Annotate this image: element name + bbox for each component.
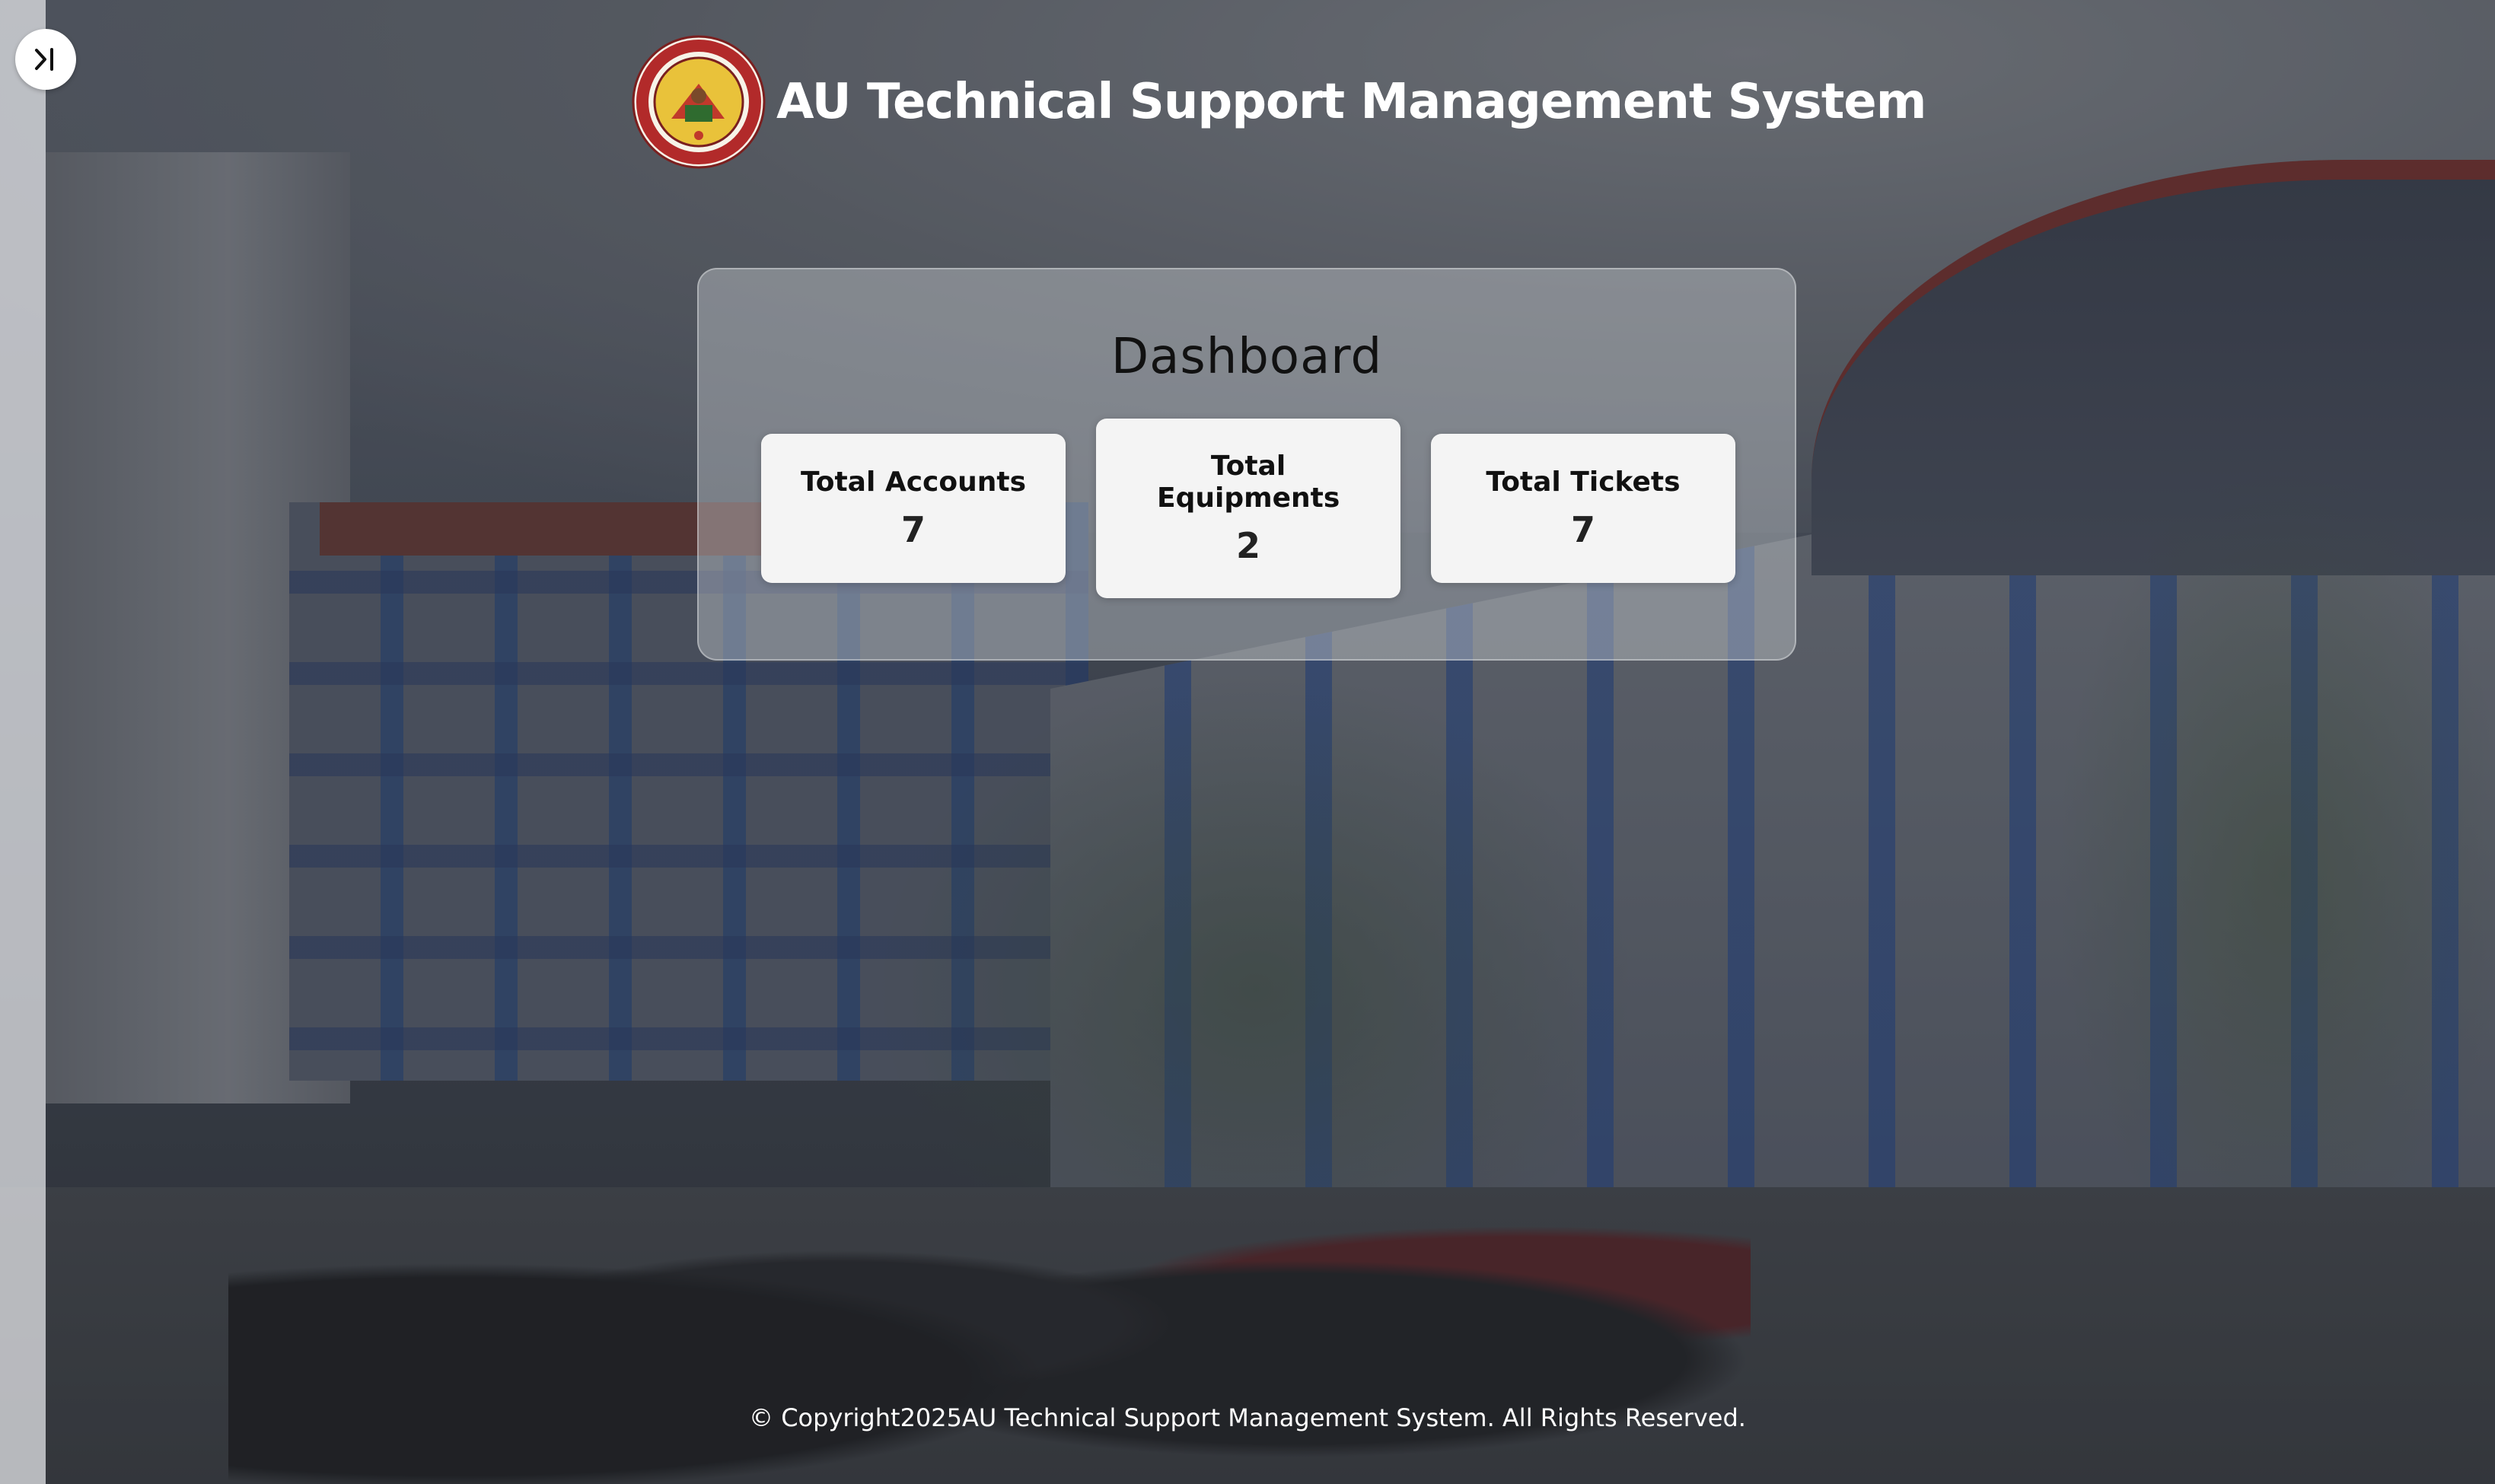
sidebar-collapsed	[0, 0, 46, 1484]
app-header: AU Technical Support Management System	[632, 33, 1926, 170]
copyright-text: © Copyright2025AU Technical Support Mana…	[749, 1403, 1746, 1432]
total-tickets-card[interactable]: Total Tickets 7	[1431, 434, 1735, 583]
card-label: Total Accounts	[800, 467, 1027, 498]
card-label: Total Tickets	[1486, 467, 1681, 498]
dashboard-title: Dashboard	[1110, 329, 1383, 385]
total-equipments-card[interactable]: Total Equipments 2	[1096, 419, 1400, 598]
page: AU Technical Support Management System D…	[0, 0, 2495, 1484]
card-value: 7	[900, 509, 926, 550]
card-value: 7	[1570, 509, 1595, 550]
expand-sidebar-icon	[35, 48, 53, 71]
background-overlay	[0, 0, 2495, 1484]
card-label: Total Equipments	[1157, 451, 1340, 514]
app-title: AU Technical Support Management System	[776, 74, 1926, 130]
arellano-university-seal-icon	[632, 35, 766, 169]
sidebar-toggle-button[interactable]	[15, 29, 76, 90]
dashboard-panel: Dashboard Total Accounts 7 Total Equipme…	[697, 268, 1796, 661]
footer: © Copyright2025AU Technical Support Mana…	[0, 1403, 2495, 1432]
card-value: 2	[1235, 525, 1260, 566]
total-accounts-card[interactable]: Total Accounts 7	[761, 434, 1066, 583]
